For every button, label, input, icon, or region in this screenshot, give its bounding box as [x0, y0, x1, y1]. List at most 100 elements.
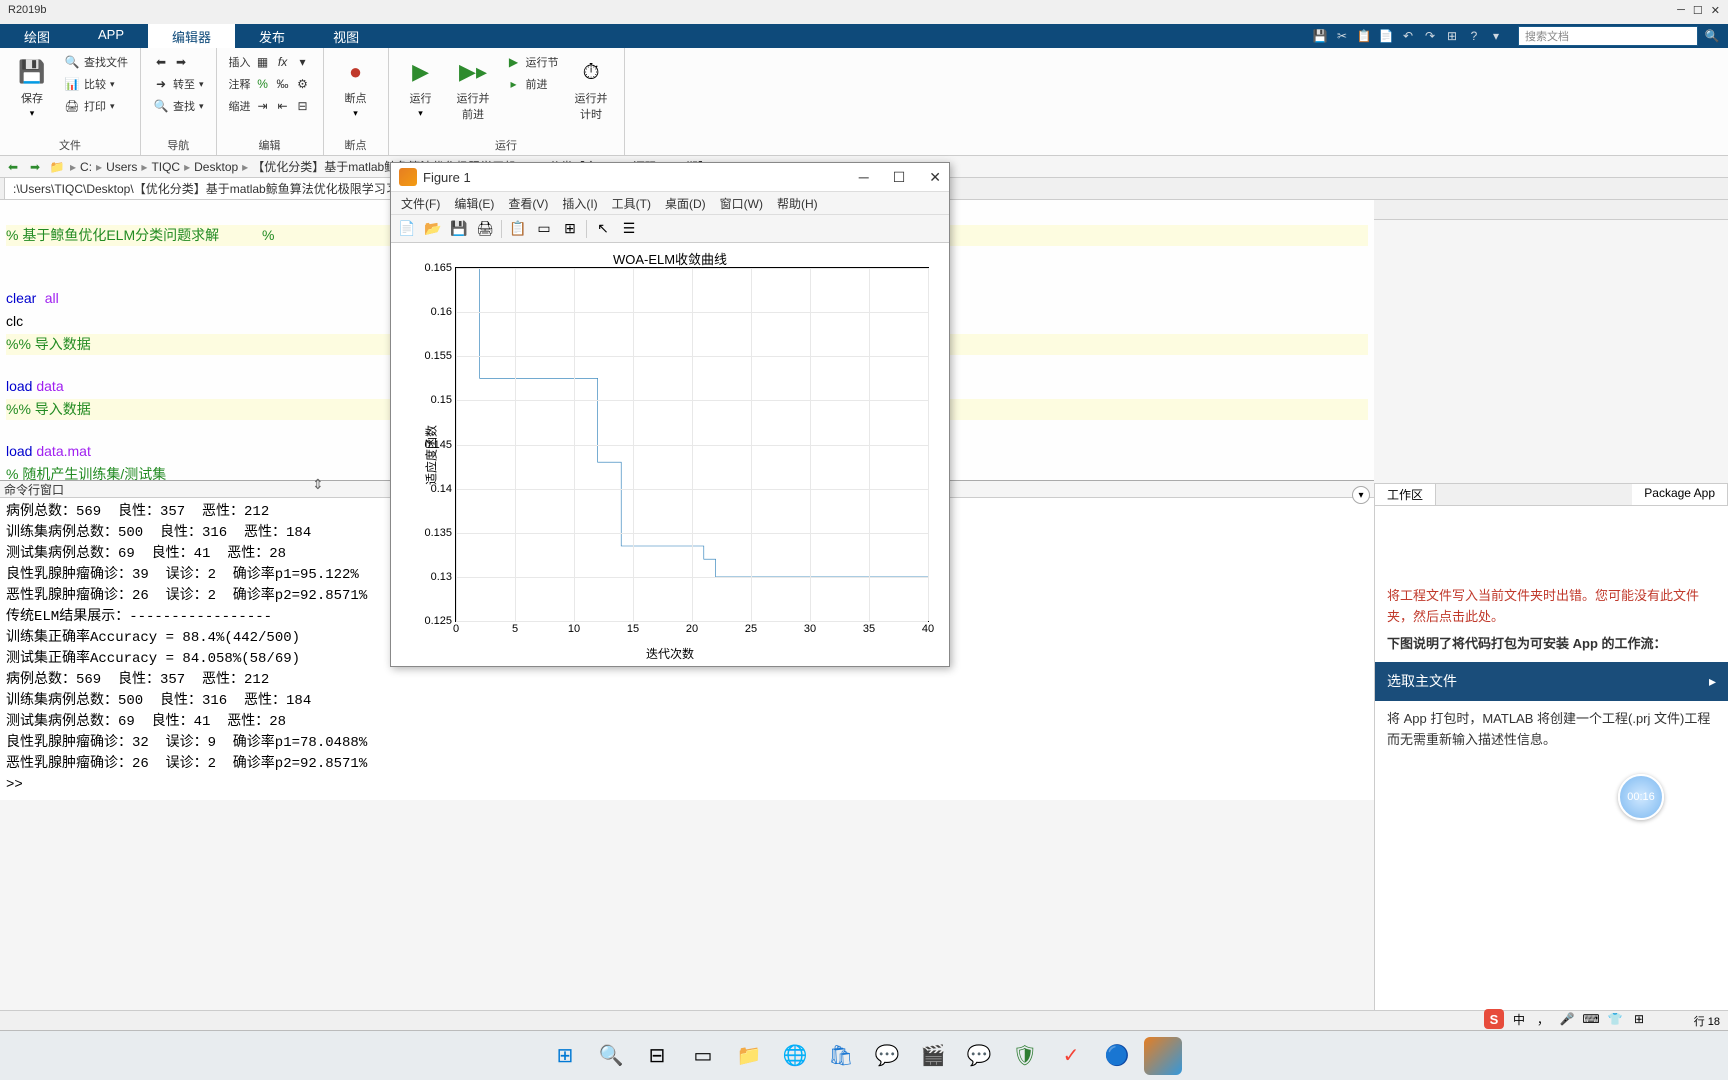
path-seg[interactable]: Desktop [194, 160, 238, 174]
new-figure-icon[interactable]: 📄 [397, 219, 417, 239]
search-icon[interactable]: 🔍 [1704, 28, 1720, 44]
ime-punct-icon[interactable]: ， [1534, 1010, 1552, 1028]
menu-window[interactable]: 窗口(W) [720, 195, 763, 212]
tab-editor[interactable]: 编辑器 [148, 24, 235, 48]
insert-button[interactable]: 插入 ▦ fx ▾ [225, 52, 315, 72]
maximize-icon[interactable]: ☐ [1693, 4, 1703, 20]
find-button[interactable]: 🔍查找▾ [149, 96, 208, 116]
taskview-icon[interactable]: ⊟ [638, 1037, 676, 1075]
fig-maximize-icon[interactable]: ☐ [893, 169, 906, 186]
tab-publish[interactable]: 发布 [235, 24, 309, 48]
ribbon-tabs: 绘图 APP 编辑器 发布 视图 💾 ✂ 📋 📄 ↶ ↷ ⊞ ? ▾ 搜索文档 … [0, 24, 1728, 48]
ime-kbd-icon[interactable]: ⌨ [1582, 1010, 1600, 1028]
search-taskbar-icon[interactable]: 🔍 [592, 1037, 630, 1075]
ime-mic-icon[interactable]: 🎤 [1558, 1010, 1576, 1028]
open-figure-icon[interactable]: 📂 [423, 219, 443, 239]
chart-ylabel: 适应度函数 [423, 424, 440, 484]
tab-package-app[interactable]: Package App [1632, 484, 1728, 505]
print-button[interactable]: 🖨打印▾ [60, 96, 132, 116]
group-file-label: 文件 [8, 135, 132, 153]
fig-close-icon[interactable]: ✕ [929, 169, 941, 186]
sogou-icon[interactable]: S [1484, 1009, 1504, 1029]
security-icon[interactable]: 🛡 [1006, 1037, 1044, 1075]
qat-save-icon[interactable]: 💾 [1312, 28, 1328, 44]
inspector-icon[interactable]: ☰ [619, 219, 639, 239]
menu-tools[interactable]: 工具(T) [612, 195, 651, 212]
package-step-button[interactable]: 选取主文件▸ [1375, 662, 1728, 700]
run-advance-button[interactable]: ▶▸运行并 前进 [449, 52, 498, 126]
matlab-icon[interactable] [1144, 1037, 1182, 1075]
plot-area: 0.1250.130.1350.140.1450.150.1550.160.16… [455, 267, 929, 622]
menu-desktop[interactable]: 桌面(D) [665, 195, 706, 212]
wechat-icon[interactable]: 💬 [960, 1037, 998, 1075]
qat-cut-icon[interactable]: ✂ [1334, 28, 1350, 44]
figure-titlebar[interactable]: Figure 1 ─ ☐ ✕ [391, 163, 949, 191]
menu-file[interactable]: 文件(F) [401, 195, 440, 212]
menu-help[interactable]: 帮助(H) [777, 195, 818, 212]
store-icon[interactable]: 🛍 [822, 1037, 860, 1075]
qat-copy-icon[interactable]: 📋 [1356, 28, 1372, 44]
qat-undo-icon[interactable]: ↶ [1400, 28, 1416, 44]
path-seg[interactable]: TIQC [151, 160, 180, 174]
layout-icon[interactable]: ⊞ [560, 219, 580, 239]
app-icon[interactable]: 🔵 [1098, 1037, 1136, 1075]
group-edit-label: 编辑 [225, 135, 315, 153]
tab-plot[interactable]: 绘图 [0, 24, 74, 48]
group-bp-label: 断点 [332, 135, 380, 153]
minimize-icon[interactable]: ─ [1677, 4, 1685, 20]
compare-button[interactable]: 📊比较▾ [60, 74, 132, 94]
nav-back-button[interactable]: ⬅➡ [149, 52, 208, 72]
edge-icon[interactable]: 🌐 [776, 1037, 814, 1075]
explorer-icon[interactable]: 📁 [730, 1037, 768, 1075]
find-files-button[interactable]: 🔍查找文件 [60, 52, 132, 72]
ime-skin-icon[interactable]: 👕 [1606, 1010, 1624, 1028]
breakpoints-button[interactable]: ●断点▾ [332, 52, 380, 123]
comment-button[interactable]: 注释 % ‰ ⚙ [225, 74, 315, 94]
path-back-icon[interactable]: ⬅ [4, 158, 22, 176]
copy-figure-icon[interactable]: 📋 [508, 219, 528, 239]
todo-icon[interactable]: ✓ [1052, 1037, 1090, 1075]
qat-paste-icon[interactable]: 📄 [1378, 28, 1394, 44]
chart-xlabel: 迭代次数 [391, 645, 949, 662]
folder-icon[interactable]: 📁 [48, 158, 66, 176]
tab-workspace[interactable]: 工作区 [1375, 484, 1436, 505]
run-time-button[interactable]: ⏱运行并 计时 [567, 52, 616, 126]
menu-edit[interactable]: 编辑(E) [454, 195, 494, 212]
print-figure-icon[interactable]: 🖨 [475, 219, 495, 239]
menu-insert[interactable]: 插入(I) [562, 195, 597, 212]
qat-win-icon[interactable]: ⊞ [1444, 28, 1460, 44]
fig-minimize-icon[interactable]: ─ [859, 169, 869, 186]
run-icon: ▶ [405, 56, 437, 88]
run-button[interactable]: ▶运行▾ [397, 52, 445, 123]
qat-redo-icon[interactable]: ↷ [1422, 28, 1438, 44]
qat-dropdown-icon[interactable]: ▾ [1488, 28, 1504, 44]
ime-tools-icon[interactable]: ⊞ [1630, 1010, 1648, 1028]
dock-icon[interactable]: ▭ [534, 219, 554, 239]
save-figure-icon[interactable]: 💾 [449, 219, 469, 239]
chat-icon[interactable]: 💬 [868, 1037, 906, 1075]
resize-cursor-icon: ⇕ [312, 476, 324, 493]
save-button[interactable]: 💾保存▾ [8, 52, 56, 123]
indent-button[interactable]: 缩进 ⇥ ⇤ ⊟ [225, 96, 315, 116]
run-advance-icon: ▶▸ [457, 56, 489, 88]
close-icon[interactable]: ✕ [1711, 4, 1720, 20]
path-seg[interactable]: Users [106, 160, 137, 174]
goto-button[interactable]: ➜转至▾ [149, 74, 208, 94]
tab-app[interactable]: APP [74, 24, 148, 48]
start-icon[interactable]: ⊞ [546, 1037, 584, 1075]
qat-help-icon[interactable]: ? [1466, 28, 1482, 44]
widgets-icon[interactable]: ▭ [684, 1037, 722, 1075]
run-section-button[interactable]: ▶运行节 [502, 52, 563, 72]
editor-tab[interactable]: :\Users\TIQC\Desktop\【优化分类】基于matlab鲸鱼算法优… [4, 177, 407, 200]
path-fwd-icon[interactable]: ➡ [26, 158, 44, 176]
right-panel-body: 将工程文件写入当前文件夹时出错。您可能没有此文件夹，然后点击此处。 下图说明了将… [1375, 506, 1728, 762]
advance-button[interactable]: ▸前进 [502, 74, 563, 94]
collapse-panel-icon[interactable]: ▾ [1352, 486, 1370, 504]
clipchamp-icon[interactable]: 🎬 [914, 1037, 952, 1075]
ime-lang-icon[interactable]: 中 [1510, 1010, 1528, 1028]
path-seg[interactable]: C: [80, 160, 92, 174]
search-docs-input[interactable]: 搜索文档 [1518, 26, 1698, 46]
menu-view[interactable]: 查看(V) [508, 195, 548, 212]
tab-view[interactable]: 视图 [309, 24, 383, 48]
pointer-icon[interactable]: ↖ [593, 219, 613, 239]
